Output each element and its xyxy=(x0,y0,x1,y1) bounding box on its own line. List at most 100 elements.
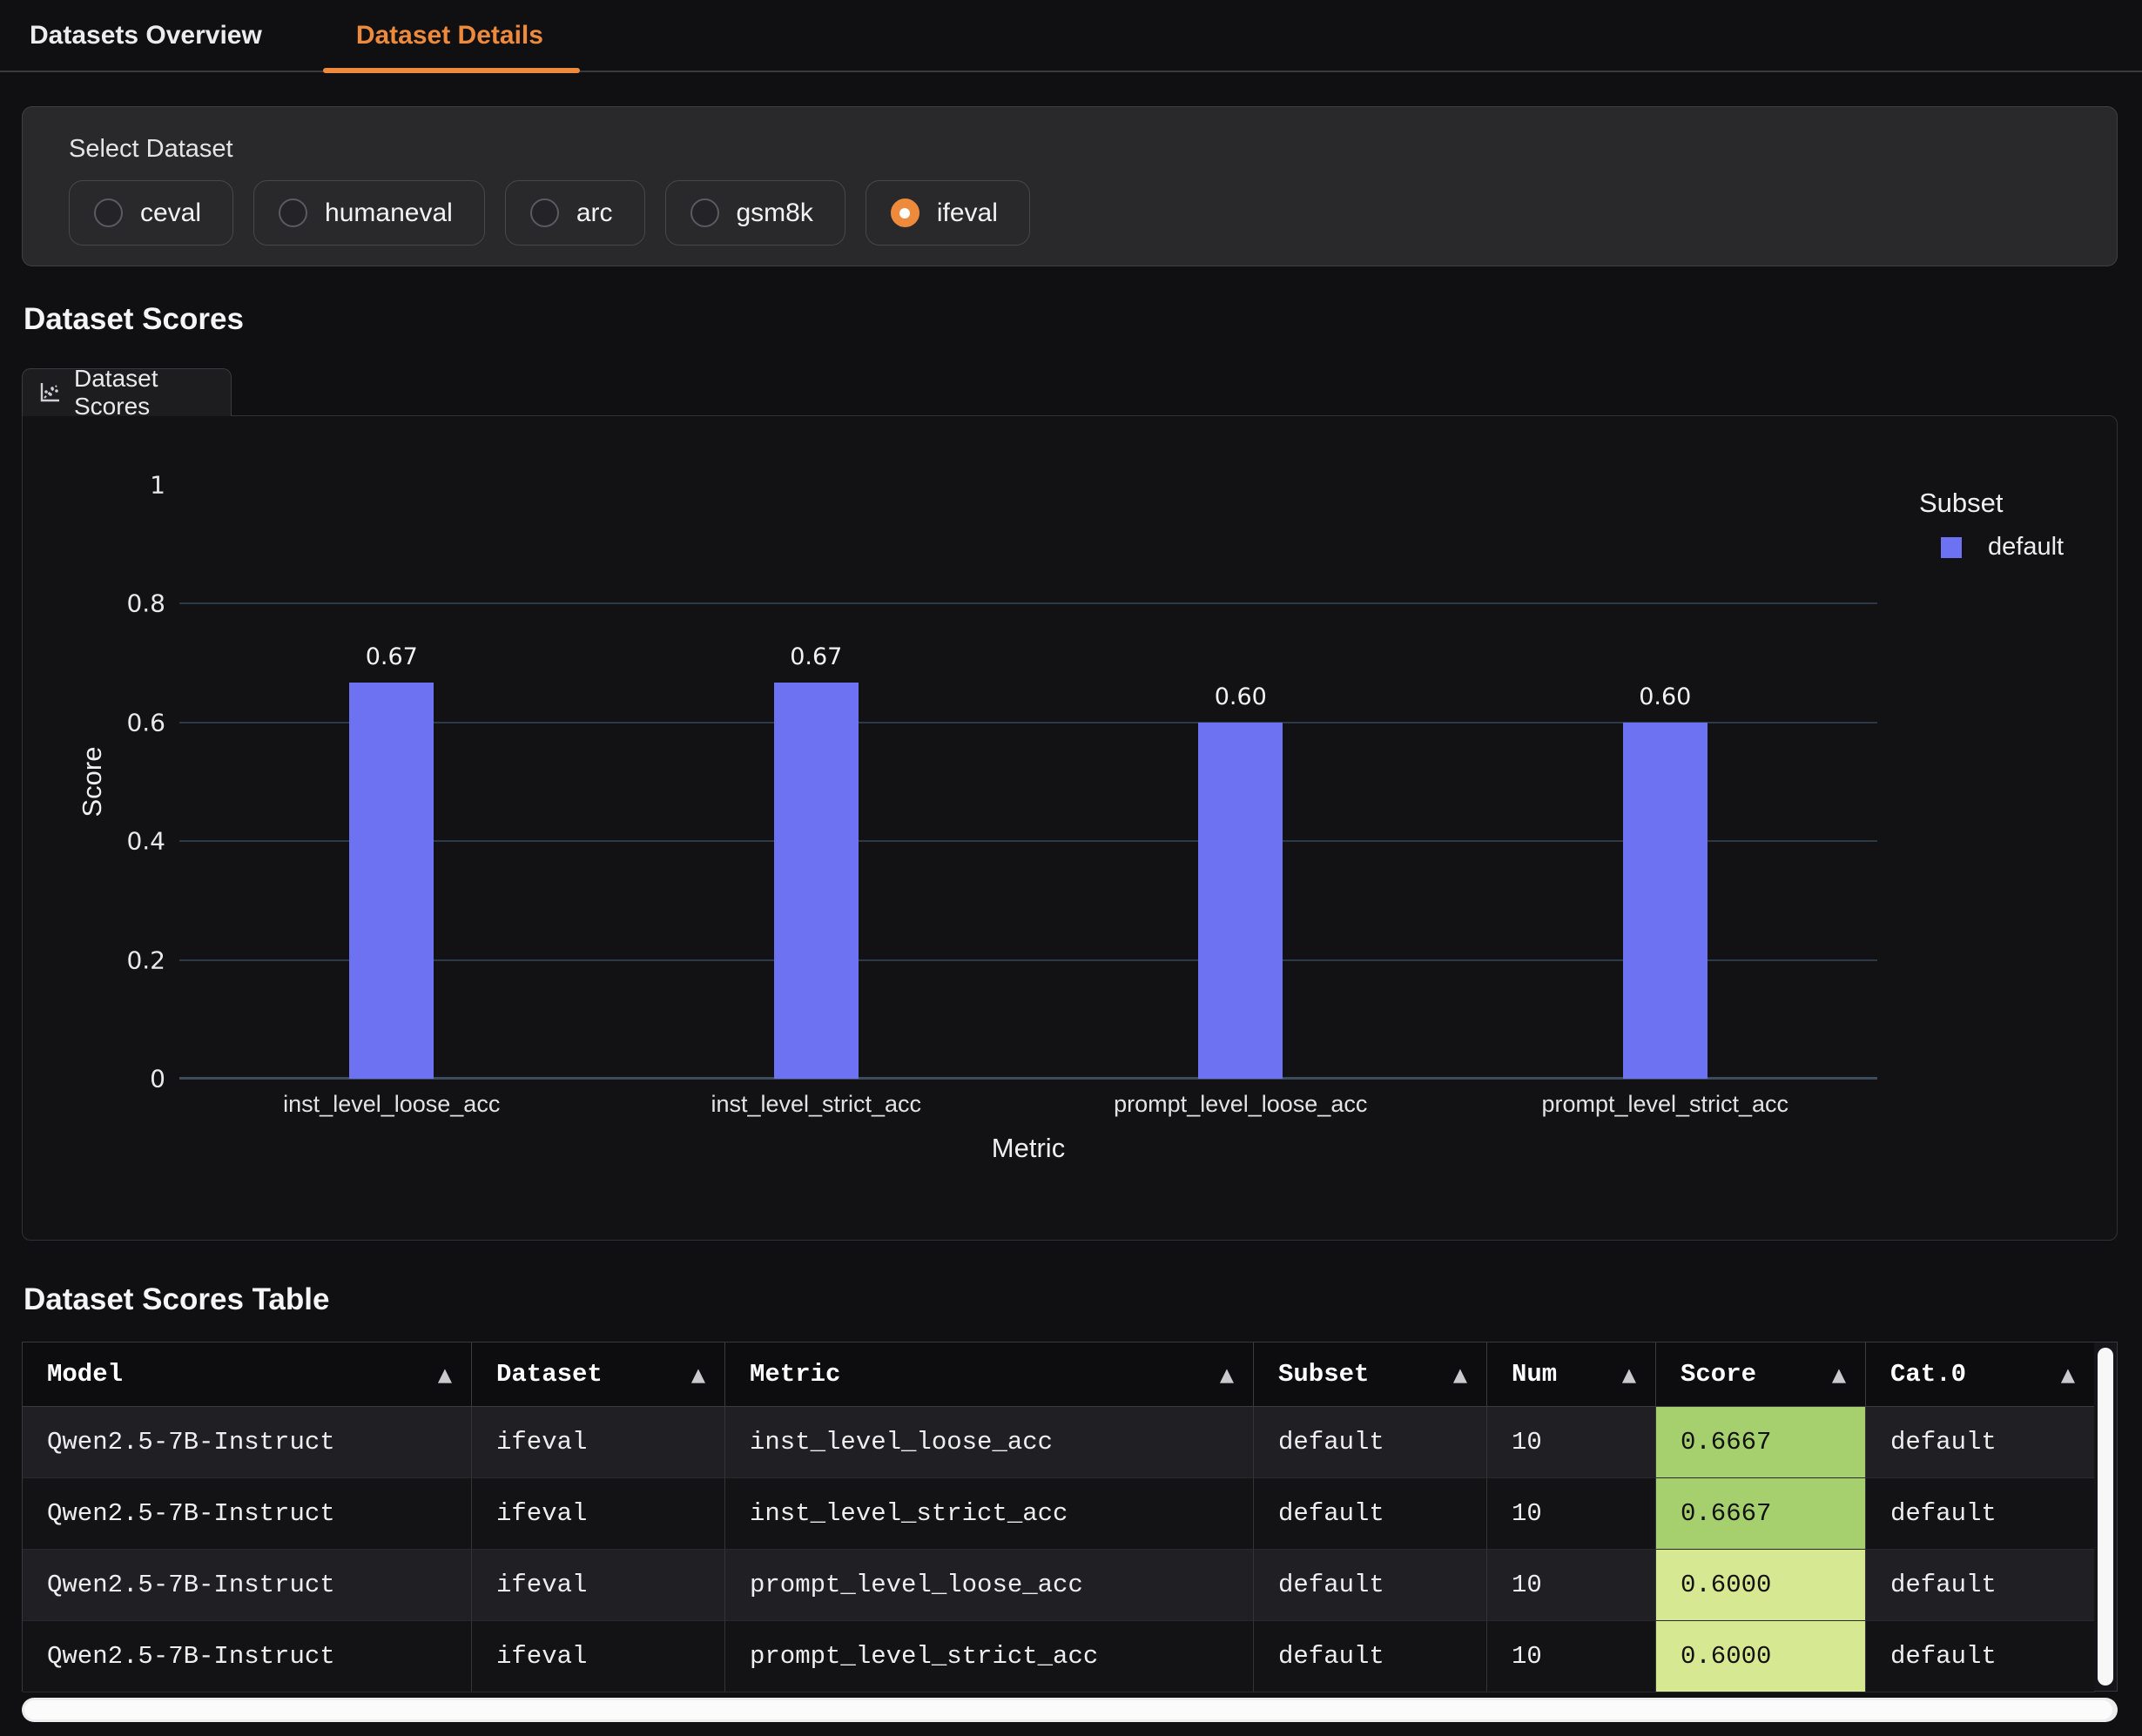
bar-value-label: 0.60 xyxy=(1639,683,1691,710)
bar-prompt_level_strict_acc[interactable] xyxy=(1623,723,1708,1079)
legend-title: Subset xyxy=(1919,488,2064,519)
cell-cat0: default xyxy=(1866,1621,2095,1692)
plot-area: Score Metric 00.20.40.60.81inst_level_lo… xyxy=(179,485,1877,1079)
dataset-scores-table: Model ▲ Dataset ▲ Metric ▲ Subset ▲ Num … xyxy=(22,1342,2118,1692)
y-axis-title: Score xyxy=(77,747,108,818)
column-header-subset[interactable]: Subset ▲ xyxy=(1254,1342,1487,1407)
chart-legend: Subset default xyxy=(1919,488,2064,562)
cell-subset: default xyxy=(1254,1407,1487,1478)
cell-cat0: default xyxy=(1866,1550,2095,1621)
cell-dataset: ifeval xyxy=(472,1478,725,1550)
column-header-cat0[interactable]: Cat.0 ▲ xyxy=(1866,1342,2095,1407)
bar-inst_level_strict_acc[interactable] xyxy=(774,683,859,1079)
select-dataset-label: Select Dataset xyxy=(69,135,233,164)
table-horizontal-scrollbar-track[interactable] xyxy=(22,1698,2118,1722)
dataset-radio-humaneval[interactable]: humaneval xyxy=(253,180,485,246)
cell-dataset: ifeval xyxy=(472,1407,725,1478)
column-header-label: Score xyxy=(1681,1360,1756,1389)
cell-score: 0.6667 xyxy=(1656,1407,1866,1478)
tab-dataset-details[interactable]: Dataset Details xyxy=(356,0,543,71)
dataset-scores-heading: Dataset Scores xyxy=(24,302,244,337)
x-tick-label: prompt_level_strict_acc xyxy=(1541,1091,1788,1118)
column-header-label: Cat.0 xyxy=(1890,1360,1966,1389)
cell-score: 0.6000 xyxy=(1656,1550,1866,1621)
table-horizontal-scrollbar-thumb[interactable] xyxy=(24,1700,2112,1719)
column-header-dataset[interactable]: Dataset ▲ xyxy=(472,1342,725,1407)
radio-label: ifeval xyxy=(937,198,998,228)
cell-model: Qwen2.5-7B-Instruct xyxy=(23,1478,472,1550)
y-tick-label: 0.8 xyxy=(126,589,165,618)
x-axis-title: Metric xyxy=(992,1133,1065,1164)
table-grid: Model ▲ Dataset ▲ Metric ▲ Subset ▲ Num … xyxy=(23,1342,2095,1692)
cell-dataset: ifeval xyxy=(472,1621,725,1692)
bar-inst_level_loose_acc[interactable] xyxy=(349,683,434,1079)
legend-entry-label: default xyxy=(1988,533,2064,562)
gridline xyxy=(179,602,1877,604)
x-tick-label: prompt_level_loose_acc xyxy=(1114,1091,1367,1118)
cell-score: 0.6000 xyxy=(1656,1621,1866,1692)
x-tick-label: inst_level_loose_acc xyxy=(283,1091,500,1118)
sort-asc-icon[interactable]: ▲ xyxy=(1220,1364,1234,1385)
radio-icon xyxy=(94,198,123,227)
cell-model: Qwen2.5-7B-Instruct xyxy=(23,1550,472,1621)
cell-subset: default xyxy=(1254,1621,1487,1692)
radio-label: gsm8k xyxy=(737,198,813,228)
cell-num: 10 xyxy=(1487,1550,1656,1621)
y-tick-label: 1 xyxy=(150,471,165,500)
dataset-radio-arc[interactable]: arc xyxy=(505,180,645,246)
scatter-chart-icon xyxy=(38,381,61,404)
dataset-radio-group: ceval humaneval arc gsm8k ifeval xyxy=(69,180,1030,246)
cell-model: Qwen2.5-7B-Instruct xyxy=(23,1407,472,1478)
sort-asc-icon[interactable]: ▲ xyxy=(438,1364,452,1385)
radio-icon xyxy=(891,198,919,227)
cell-cat0: default xyxy=(1866,1407,2095,1478)
bar-prompt_level_loose_acc[interactable] xyxy=(1198,723,1283,1079)
select-dataset-panel: Select Dataset ceval humaneval arc gsm8k… xyxy=(22,106,2118,266)
chart-panel-tab[interactable]: Dataset Scores xyxy=(22,368,232,416)
tab-datasets-overview[interactable]: Datasets Overview xyxy=(30,0,262,71)
column-header-label: Dataset xyxy=(496,1360,603,1389)
cell-num: 10 xyxy=(1487,1478,1656,1550)
cell-subset: default xyxy=(1254,1478,1487,1550)
sort-asc-icon[interactable]: ▲ xyxy=(1622,1364,1636,1385)
cell-subset: default xyxy=(1254,1550,1487,1621)
x-tick-label: inst_level_strict_acc xyxy=(711,1091,921,1118)
bar-value-label: 0.67 xyxy=(790,643,842,670)
y-tick-label: 0.6 xyxy=(126,708,165,737)
bar-value-label: 0.67 xyxy=(366,643,418,670)
y-tick-label: 0.2 xyxy=(126,945,165,974)
radio-icon xyxy=(530,198,559,227)
column-header-score[interactable]: Score ▲ xyxy=(1656,1342,1866,1407)
table-vertical-scrollbar-thumb[interactable] xyxy=(2098,1348,2113,1686)
sort-asc-icon[interactable]: ▲ xyxy=(1832,1364,1846,1385)
dataset-scores-chart-panel: Score Metric 00.20.40.60.81inst_level_lo… xyxy=(22,415,2118,1241)
cell-dataset: ifeval xyxy=(472,1550,725,1621)
dashboard-page: Datasets Overview Dataset Details Select… xyxy=(0,0,2142,1736)
sort-asc-icon[interactable]: ▲ xyxy=(2061,1364,2075,1385)
cell-model: Qwen2.5-7B-Instruct xyxy=(23,1621,472,1692)
column-header-label: Model xyxy=(47,1360,123,1389)
cell-metric: prompt_level_loose_acc xyxy=(725,1550,1254,1621)
dataset-radio-ceval[interactable]: ceval xyxy=(69,180,233,246)
sort-asc-icon[interactable]: ▲ xyxy=(1453,1364,1467,1385)
legend-entry-default[interactable]: default xyxy=(1941,533,2064,562)
y-tick-label: 0.4 xyxy=(126,827,165,856)
top-tab-bar: Datasets Overview Dataset Details xyxy=(0,0,2142,72)
dataset-radio-gsm8k[interactable]: gsm8k xyxy=(665,180,845,246)
column-header-metric[interactable]: Metric ▲ xyxy=(725,1342,1254,1407)
radio-icon xyxy=(279,198,307,227)
cell-cat0: default xyxy=(1866,1478,2095,1550)
radio-label: ceval xyxy=(140,198,201,228)
cell-num: 10 xyxy=(1487,1407,1656,1478)
table-vertical-scrollbar-track[interactable] xyxy=(2094,1342,2117,1691)
dataset-radio-ifeval[interactable]: ifeval xyxy=(866,180,1030,246)
column-header-label: Subset xyxy=(1278,1360,1369,1389)
cell-metric: inst_level_loose_acc xyxy=(725,1407,1254,1478)
column-header-label: Metric xyxy=(750,1360,840,1389)
column-header-num[interactable]: Num ▲ xyxy=(1487,1342,1656,1407)
cell-num: 10 xyxy=(1487,1621,1656,1692)
sort-asc-icon[interactable]: ▲ xyxy=(691,1364,705,1385)
column-header-model[interactable]: Model ▲ xyxy=(23,1342,472,1407)
cell-score: 0.6667 xyxy=(1656,1478,1866,1550)
cell-metric: prompt_level_strict_acc xyxy=(725,1621,1254,1692)
